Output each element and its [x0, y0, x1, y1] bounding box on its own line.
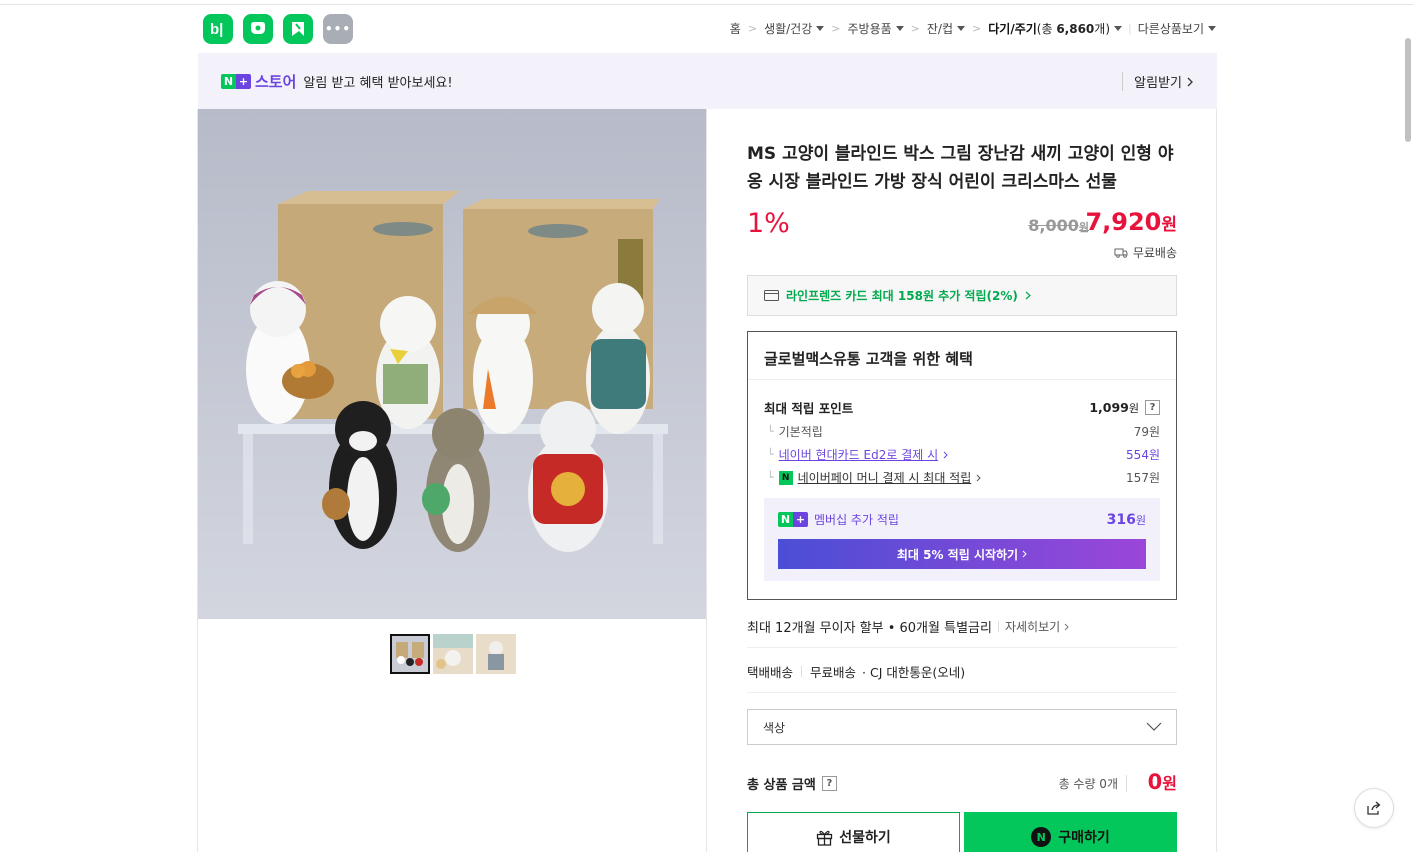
chevron-right-icon	[1064, 623, 1069, 631]
product-main-image[interactable]	[198, 109, 706, 619]
membership-start-button[interactable]: 최대 5% 적립 시작하기	[778, 539, 1146, 569]
thumbnail-list	[390, 634, 516, 674]
chevron-right-icon	[1187, 77, 1193, 86]
original-price: 8,000원	[1028, 216, 1089, 235]
divider	[747, 647, 1177, 648]
caret-down-icon	[895, 26, 904, 31]
max-points-row: 최대 적립 포인트 1,099 원?	[764, 398, 1160, 417]
truck-icon	[1114, 248, 1128, 258]
band-app-icon[interactable]: b|	[203, 14, 233, 44]
hyundai-card-points-row: └ 네이버 현대카드 Ed2로 결제 시 554원	[767, 446, 1160, 463]
bookmark-app-icon[interactable]	[283, 14, 313, 44]
breadcrumb-category-2[interactable]: 주방용품	[848, 20, 904, 37]
chevron-right-icon	[943, 451, 948, 458]
alarm-subscribe-button[interactable]: 알림받기	[1122, 72, 1194, 91]
shipping-info: 무료배송	[1114, 244, 1177, 261]
naver-plus-logo: N +	[221, 73, 251, 89]
installment-info: 최대 12개월 무이자 할부 • 60개월 특별금리 자세히보기	[747, 617, 1177, 636]
breadcrumb-separator: >	[972, 22, 982, 35]
basic-points-row: └ 기본적립 79원	[767, 425, 1160, 439]
buy-button[interactable]: N 구매하기	[964, 812, 1177, 852]
breadcrumb-separator: >	[747, 22, 758, 35]
gift-button[interactable]: 선물하기	[747, 812, 960, 852]
breadcrumb-category-1[interactable]: 생활/건강	[764, 20, 825, 37]
chevron-right-icon	[976, 474, 981, 481]
breadcrumb-separator: >	[910, 22, 920, 35]
frame-divider	[706, 109, 707, 852]
breadcrumb-home[interactable]: 홈	[730, 20, 741, 37]
installment-detail-link[interactable]: 자세히보기	[1005, 618, 1069, 635]
chat-app-icon[interactable]	[243, 14, 273, 44]
store-alarm-banner: N + 스토어 알림 받고 혜택 받아보세요! 알림받기	[198, 53, 1217, 109]
share-icon	[1367, 801, 1381, 815]
banner-message: 알림 받고 혜택 받아보세요!	[303, 75, 453, 91]
breadcrumb-category-3[interactable]: 잔/컵	[927, 20, 966, 37]
divider	[747, 692, 1177, 693]
membership-label: 멤버십 추가 적립	[814, 513, 899, 527]
store-label: 스토어	[255, 72, 297, 91]
color-option-select[interactable]: 색상	[747, 709, 1177, 745]
product-info: MS 고양이 블라인드 박스 그림 장난감 새끼 고양이 인형 야옹 시장 블라…	[747, 140, 1177, 196]
hyundai-card-link[interactable]: 네이버 현대카드 Ed2로 결제 시	[779, 446, 939, 463]
seller-benefit-box: 글로벌맥스유통 고객을 위한 혜택 최대 적립 포인트 1,099 원? └ 기본적…	[747, 331, 1177, 600]
total-amount: 0원	[1147, 770, 1177, 794]
other-products-link[interactable]: 다른상품보기	[1138, 20, 1216, 37]
scrollbar[interactable]	[1400, 0, 1414, 852]
help-icon[interactable]: ?	[1145, 400, 1160, 415]
total-quantity: 총 수량 0개	[1059, 775, 1127, 792]
discount-rate: 1%	[747, 208, 790, 239]
caret-down-icon	[957, 26, 966, 31]
breadcrumb-separator: >	[831, 22, 841, 35]
npay-points-row: └ N 네이버페이 머니 결제 시 최대 적립 157원	[767, 469, 1160, 486]
npay-money-link[interactable]: 네이버페이 머니 결제 시 최대 적립	[798, 469, 972, 486]
product-title: MS 고양이 블라인드 박스 그림 장난감 새끼 고양이 인형 야옹 시장 블라…	[747, 144, 1174, 192]
thumbnail-3[interactable]	[476, 634, 516, 674]
scrollbar-thumb[interactable]	[1405, 38, 1411, 142]
more-apps-icon[interactable]: •••	[323, 14, 353, 44]
caret-down-icon	[1114, 26, 1123, 31]
thumbnail-1[interactable]	[390, 634, 430, 674]
price-row: 1% 8,000원 7,920원	[747, 208, 1177, 242]
membership-box: N + 멤버십 추가 적립 316원 최대 5% 적립 시작하기	[764, 498, 1160, 581]
membership-points: 316원	[1106, 511, 1146, 528]
chevron-down-icon	[1146, 722, 1162, 731]
card-promo-banner[interactable]: 라인프렌즈 카드 최대 158원 추가 적립(2%)	[747, 275, 1177, 316]
naver-plus-logo: N +	[778, 512, 808, 527]
caret-down-icon	[816, 26, 825, 31]
sale-price: 7,920원	[1085, 208, 1177, 236]
breadcrumb-category-4[interactable]: 다기/주기 (총 6,860개)	[988, 20, 1123, 37]
svg-text:b|: b|	[210, 21, 223, 38]
chevron-right-icon	[1022, 550, 1027, 558]
gift-icon	[817, 830, 833, 846]
help-icon[interactable]: ?	[821, 776, 837, 791]
chevron-right-icon	[1025, 291, 1031, 300]
naver-pay-icon: N	[1031, 827, 1052, 847]
credit-card-icon	[764, 290, 779, 301]
share-button[interactable]	[1354, 788, 1394, 828]
app-shortcuts: b| •••	[203, 14, 353, 44]
caret-down-icon	[1208, 26, 1216, 31]
breadcrumb-divider: |	[1128, 22, 1132, 35]
total-price-row: 총 상품 금액? 총 수량 0개 0원	[747, 770, 1177, 794]
benefit-title: 글로벌맥스유통 고객을 위한 혜택	[748, 332, 1176, 380]
frame-border	[1216, 109, 1217, 852]
breadcrumb: 홈 > 생활/건강 > 주방용품 > 잔/컵 > 다기/주기 (총 6,860개)…	[730, 20, 1216, 37]
delivery-info: 택배배송 무료배송 · CJ 대한통운(오네)	[747, 665, 966, 680]
thumbnail-2[interactable]	[433, 634, 473, 674]
top-divider	[0, 4, 1414, 5]
naver-pay-icon: N	[778, 470, 793, 485]
